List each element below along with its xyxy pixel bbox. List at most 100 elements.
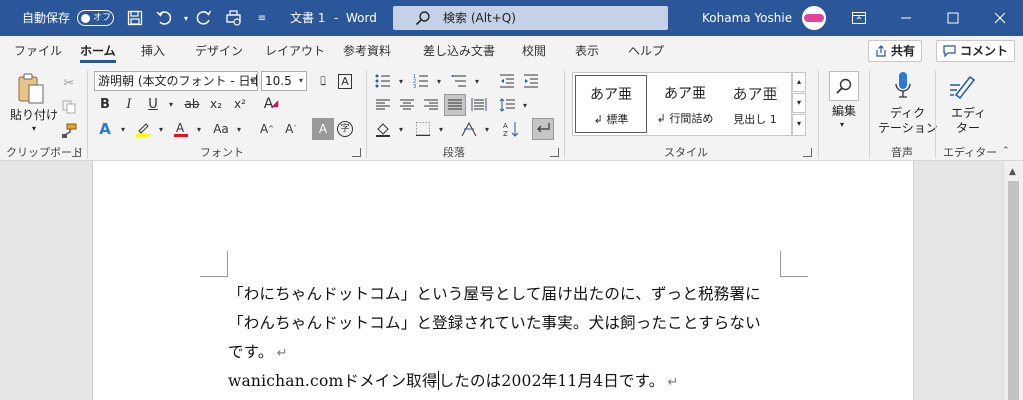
comments-label: コメント xyxy=(960,44,1009,58)
dictate-label-1[interactable]: ディク xyxy=(890,106,925,120)
font-size-combo[interactable]: 10.5 ▾ xyxy=(261,71,307,91)
tab-mailings[interactable]: 差し込み文書 xyxy=(423,36,495,66)
find-icon[interactable] xyxy=(829,71,859,101)
editor-icon[interactable] xyxy=(948,71,978,101)
tab-references[interactable]: 参考資料 xyxy=(343,36,391,66)
font-color-dropdown-icon[interactable]: ▾ xyxy=(188,118,210,140)
font-launcher-icon[interactable] xyxy=(352,148,361,157)
multilevel-dropdown-icon[interactable]: ▾ xyxy=(466,70,488,92)
copy-icon[interactable] xyxy=(58,96,80,118)
scroll-up-icon[interactable]: ▲ xyxy=(1009,167,1016,177)
style-normal[interactable]: あア亜 ↲ 標準 xyxy=(575,75,647,133)
bullets-dropdown-icon[interactable]: ▾ xyxy=(390,70,412,92)
grow-font-icon[interactable]: A ^ xyxy=(256,118,278,140)
search-placeholder: 検索 (Alt+Q) xyxy=(443,11,516,25)
microphone-icon[interactable] xyxy=(893,71,913,103)
underline-dropdown-icon[interactable]: ▾ xyxy=(160,93,182,115)
clipboard-launcher-icon[interactable] xyxy=(72,148,81,157)
highlight-dropdown-icon[interactable]: ▾ xyxy=(150,118,172,140)
autosave-toggle[interactable]: オフ xyxy=(77,10,114,26)
editor-label-1[interactable]: エディ xyxy=(951,106,986,120)
shrink-font-icon[interactable]: Aˇ xyxy=(280,118,302,140)
styles-launcher-icon[interactable] xyxy=(803,148,812,157)
italic-button[interactable]: I xyxy=(118,93,140,115)
change-case-dropdown-icon[interactable]: ▾ xyxy=(228,118,250,140)
phonetic-guide-icon[interactable]: ア̲ xyxy=(312,70,334,92)
font-group-label: フォント xyxy=(200,146,244,159)
customize-qat-icon[interactable]: ≡ xyxy=(252,8,272,28)
shading-dropdown-icon[interactable]: ▾ xyxy=(390,118,412,140)
justify-icon[interactable] xyxy=(444,94,466,116)
tab-insert[interactable]: 挿入 xyxy=(141,36,165,66)
style-heading-1[interactable]: あア亜 見出し 1 xyxy=(719,75,791,133)
styles-more-icon[interactable]: ▾ xyxy=(792,114,806,136)
superscript-button[interactable]: x² xyxy=(229,93,251,115)
comments-button[interactable]: コメント xyxy=(936,40,1016,62)
close-icon[interactable] xyxy=(977,0,1023,36)
increase-indent-icon[interactable] xyxy=(520,70,542,92)
document-line[interactable]: wanichan.comドメイン取得したのは2002年11月4日です。 ↵ xyxy=(228,369,679,391)
text-effects-dropdown-icon[interactable]: ▾ xyxy=(112,118,134,140)
ribbon-display-options-icon[interactable] xyxy=(836,0,882,36)
bold-button[interactable]: B xyxy=(94,93,116,115)
editing-label[interactable]: 編集 xyxy=(832,104,856,118)
line-spacing-dropdown-icon[interactable]: ▾ xyxy=(514,94,536,116)
search-box[interactable]: 検索 (Alt+Q) xyxy=(393,6,668,30)
borders-dropdown-icon[interactable]: ▾ xyxy=(430,118,452,140)
styles-scroll-down-icon[interactable]: ▾ xyxy=(792,93,806,113)
style-no-spacing[interactable]: あア亜 ↲ 行間詰め xyxy=(649,75,721,133)
tab-file[interactable]: ファイル xyxy=(14,36,62,66)
paste-button-label[interactable]: 貼り付け ▾ xyxy=(10,108,58,136)
subscript-button[interactable]: x₂ xyxy=(205,93,227,115)
character-shading-icon[interactable]: A xyxy=(312,118,334,140)
font-name-combo[interactable]: 游明朝 (本文のフォント - 日本 ▾ xyxy=(94,71,258,91)
align-right-icon[interactable] xyxy=(420,94,442,116)
format-painter-icon[interactable] xyxy=(58,120,80,142)
undo-dropdown-icon[interactable]: ▾ xyxy=(176,8,196,28)
tab-view[interactable]: 表示 xyxy=(575,36,599,66)
dictate-label-2[interactable]: テーション xyxy=(878,121,938,135)
tab-help[interactable]: ヘルプ xyxy=(628,36,664,66)
sort-icon[interactable]: AZ xyxy=(500,118,522,140)
tab-home[interactable]: ホーム xyxy=(80,36,116,66)
paste-icon[interactable] xyxy=(16,72,46,106)
distributed-icon[interactable] xyxy=(468,94,490,116)
document-line[interactable]: です。 ↵ xyxy=(228,340,288,362)
tab-layout[interactable]: レイアウト xyxy=(265,36,325,66)
avatar[interactable] xyxy=(802,6,826,30)
document-line[interactable]: 「わにちゃんドットコム」という屋号として届け出たのに、ずっと税務署に xyxy=(228,282,761,304)
document-line[interactable]: 「わんちゃんドットコム」と登録されていた事実。犬は飼ったことすらない xyxy=(228,311,761,333)
tab-review[interactable]: 校閲 xyxy=(522,36,546,66)
minimize-icon[interactable] xyxy=(883,0,929,36)
enclose-characters-icon[interactable]: 字 xyxy=(334,118,356,140)
paragraph-launcher-icon[interactable] xyxy=(550,148,559,157)
share-button[interactable]: 共有 xyxy=(868,40,923,62)
collapse-ribbon-icon[interactable]: ⌃ xyxy=(1002,146,1010,156)
scroll-thumb[interactable] xyxy=(1008,181,1019,400)
group-separator xyxy=(366,70,367,158)
asian-layout-dropdown-icon[interactable]: ▾ xyxy=(476,118,498,140)
document-page[interactable]: 「わにちゃんドットコム」という屋号として届け出たのに、ずっと税務署に 「わんちゃ… xyxy=(92,161,914,400)
character-border-icon[interactable]: A xyxy=(334,70,356,92)
font-size-value: 10.5 xyxy=(265,74,292,88)
styles-scroll-up-icon[interactable]: ▴ xyxy=(792,72,806,92)
cut-icon[interactable]: ✂ xyxy=(58,72,80,94)
show-formatting-marks-icon[interactable] xyxy=(532,118,554,140)
redo-icon[interactable] xyxy=(194,8,214,28)
vertical-scrollbar[interactable]: ▲ xyxy=(1003,161,1023,400)
maximize-icon[interactable] xyxy=(930,0,976,36)
align-center-icon[interactable] xyxy=(396,94,418,116)
strikethrough-button[interactable]: ab xyxy=(181,93,203,115)
print-preview-icon[interactable] xyxy=(224,8,244,28)
tab-design[interactable]: デザイン xyxy=(195,36,243,66)
editing-dropdown-icon[interactable]: ▾ xyxy=(840,118,844,132)
numbering-dropdown-icon[interactable]: ▾ xyxy=(428,70,450,92)
undo-icon[interactable] xyxy=(155,8,175,28)
save-icon[interactable] xyxy=(125,8,145,28)
user-name[interactable]: Kohama Yoshie xyxy=(702,0,792,36)
clear-formatting-icon[interactable]: A ◢ xyxy=(260,93,282,115)
align-left-icon[interactable] xyxy=(372,94,394,116)
paste-label: 貼り付け xyxy=(10,108,59,122)
decrease-indent-icon[interactable] xyxy=(496,70,518,92)
editor-label-2[interactable]: ター xyxy=(956,121,980,135)
